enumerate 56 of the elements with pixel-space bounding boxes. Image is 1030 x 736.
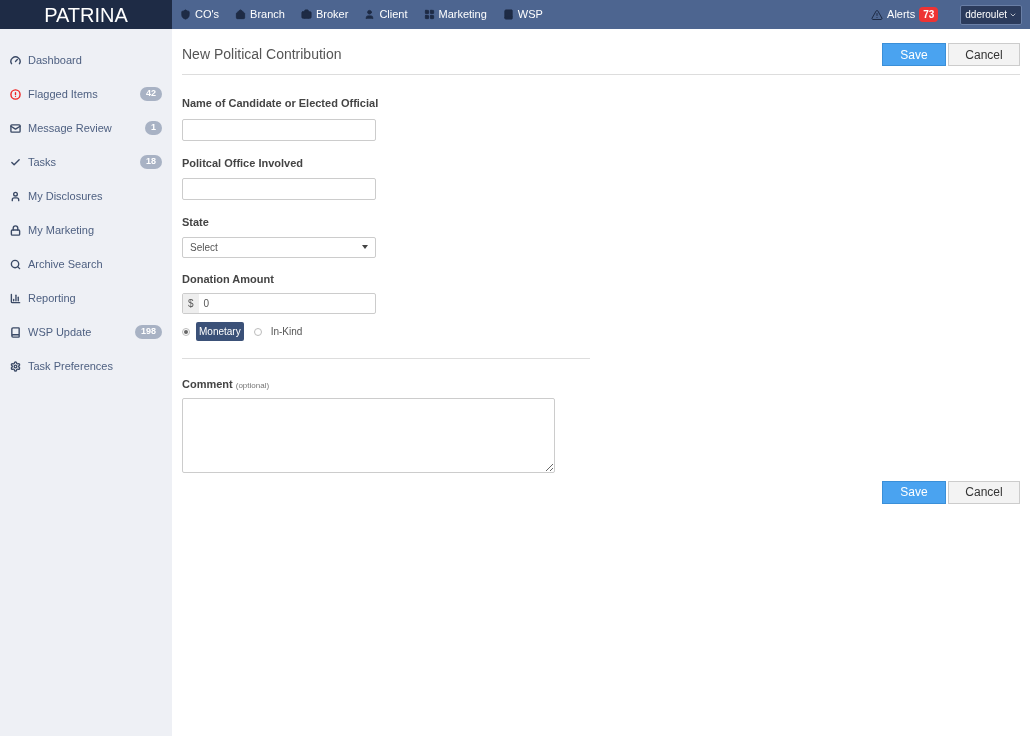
nav-link[interactable]: Branch bbox=[235, 6, 285, 23]
nav-link[interactable]: Client bbox=[364, 6, 408, 23]
field-label: Comment bbox=[182, 377, 233, 392]
grid-icon bbox=[423, 9, 435, 20]
sidebar-item[interactable]: Task Preferences bbox=[0, 349, 172, 383]
amount-field[interactable]: $ 0 bbox=[182, 293, 376, 314]
count-badge: 42 bbox=[140, 87, 162, 101]
cancel-button[interactable]: Cancel bbox=[948, 43, 1020, 66]
sidebar-item[interactable]: WSP Update 198 bbox=[0, 315, 172, 349]
check-icon bbox=[10, 156, 21, 168]
alert-icon bbox=[10, 88, 21, 100]
nav-link[interactable]: WSP bbox=[502, 6, 543, 23]
input-field[interactable] bbox=[182, 118, 376, 141]
lock-icon bbox=[10, 224, 21, 236]
sidebar-item[interactable]: Tasks 18 bbox=[0, 145, 172, 179]
brand-logo[interactable]: PATRINA bbox=[0, 0, 172, 29]
sidebar-item[interactable]: My Disclosures bbox=[0, 179, 172, 213]
amount-value: 0 bbox=[202, 297, 210, 311]
gauge-icon bbox=[10, 54, 21, 66]
optional-hint: (optional) bbox=[235, 380, 270, 392]
user-icon bbox=[364, 9, 376, 20]
select-field[interactable]: Select bbox=[182, 236, 376, 258]
mail-icon bbox=[10, 122, 21, 134]
currency-prefix: $ bbox=[183, 294, 199, 313]
user-menu-button[interactable]: dderoulet bbox=[960, 4, 1022, 25]
sidebar-item[interactable]: Message Review 1 bbox=[0, 111, 172, 145]
nav-link[interactable]: Marketing bbox=[423, 6, 487, 23]
alert-count-badge: 73 bbox=[919, 7, 939, 22]
warning-icon bbox=[871, 8, 884, 21]
settings-icon bbox=[10, 360, 21, 372]
sidebar-item[interactable]: My Marketing bbox=[0, 213, 172, 247]
radio-option[interactable]: In-Kind bbox=[253, 324, 306, 339]
user-icon bbox=[10, 190, 21, 202]
cancel-button[interactable]: Cancel bbox=[948, 480, 1020, 504]
sidebar-item[interactable]: Dashboard bbox=[0, 43, 172, 77]
field-label: State bbox=[182, 215, 210, 230]
input-field[interactable] bbox=[182, 178, 376, 200]
shield-icon bbox=[180, 9, 191, 20]
page-title: New Political Contribution bbox=[182, 45, 342, 64]
sidebar-item[interactable]: Flagged Items 42 bbox=[0, 77, 172, 111]
count-badge: 1 bbox=[145, 121, 162, 135]
comment-textarea[interactable] bbox=[182, 397, 555, 473]
field-label: Name of Candidate or Elected Official bbox=[182, 96, 380, 111]
bar-chart-icon bbox=[10, 292, 21, 304]
home-icon bbox=[235, 9, 247, 20]
field-label: Donation Amount bbox=[182, 271, 275, 287]
sidebar-item[interactable]: Archive Search bbox=[0, 247, 172, 281]
alerts-link[interactable]: Alerts 73 bbox=[871, 6, 939, 23]
caret-icon bbox=[362, 245, 368, 249]
nav-link[interactable]: Broker bbox=[300, 6, 349, 23]
field-label: Politcal Office Involved bbox=[182, 155, 305, 171]
count-badge: 18 bbox=[140, 155, 162, 169]
search-icon bbox=[10, 258, 21, 270]
count-badge: 198 bbox=[134, 325, 162, 339]
nav-link[interactable]: CO's bbox=[180, 6, 220, 23]
sidebar-item[interactable]: Reporting bbox=[0, 281, 172, 315]
